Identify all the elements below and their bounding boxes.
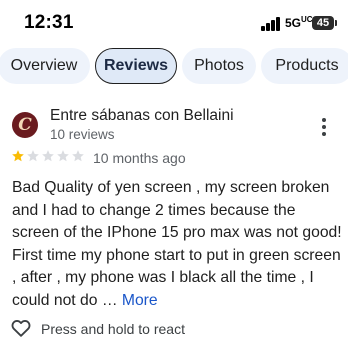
review-item: C Entre sábanas con Bellaini 10 reviews …	[0, 96, 348, 348]
more-link[interactable]: More	[122, 292, 158, 309]
tab-reviews[interactable]: Reviews	[95, 48, 177, 84]
star-filled-icon	[12, 150, 24, 162]
avatar[interactable]: C	[12, 112, 38, 138]
react-button[interactable]: Press and hold to react	[10, 317, 210, 341]
review-text-content: Bad Quality of yen screen , my screen br…	[12, 179, 342, 309]
cellular-signal-icon	[261, 17, 282, 31]
app-screen: 12:31 5GUC 45 Overview Reviews Photos Pr…	[0, 0, 348, 348]
react-label: Press and hold to react	[41, 321, 185, 337]
star-empty-icon	[42, 150, 54, 162]
status-time: 12:31	[24, 12, 74, 33]
network-type: 5GUC	[285, 15, 313, 30]
reviewer-name[interactable]: Entre sábanas con Bellaini	[50, 107, 234, 125]
tab-photos[interactable]: Photos	[182, 48, 256, 84]
star-empty-icon	[27, 150, 39, 162]
review-date: 10 months ago	[93, 150, 186, 166]
review-text: Bad Quality of yen screen , my screen br…	[12, 177, 342, 312]
tab-overview[interactable]: Overview	[0, 48, 90, 84]
tab-bar: Overview Reviews Photos Products	[0, 48, 348, 88]
battery-icon: 45	[312, 16, 334, 30]
more-vert-icon[interactable]	[314, 116, 334, 138]
star-empty-icon	[57, 150, 69, 162]
tab-products[interactable]: Products	[261, 48, 348, 84]
avatar-letter: C	[18, 115, 32, 135]
heart-outline-icon	[11, 320, 31, 337]
battery-tip	[335, 20, 337, 26]
star-empty-icon	[72, 150, 84, 162]
status-bar: 12:31 5GUC 45	[0, 0, 348, 48]
reviewer-review-count: 10 reviews	[50, 127, 115, 142]
